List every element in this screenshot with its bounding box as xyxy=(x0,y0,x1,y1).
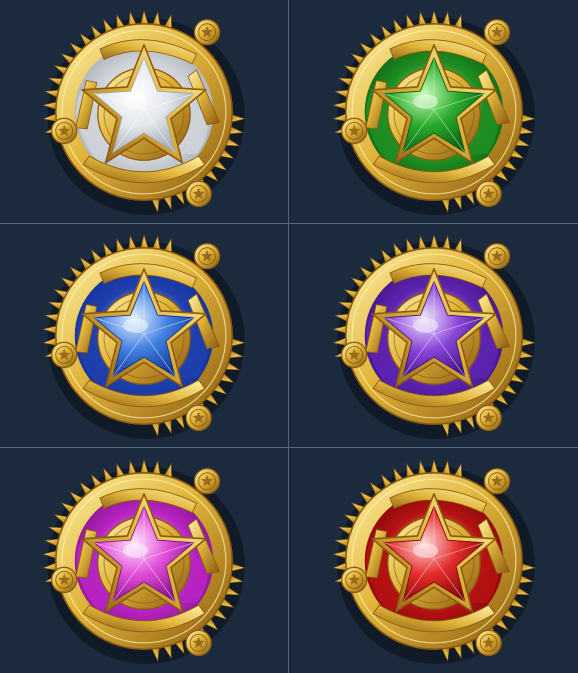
medal-cell xyxy=(289,448,578,673)
medal-cell xyxy=(289,0,578,224)
star-medal-icon xyxy=(39,231,249,441)
star-medal-icon xyxy=(329,456,539,666)
medal-cell xyxy=(0,448,289,673)
star-medal-icon xyxy=(39,456,249,666)
star-medal-icon xyxy=(39,7,249,217)
medal-cell xyxy=(0,0,289,224)
star-medal-icon xyxy=(329,7,539,217)
medal-cell xyxy=(0,224,289,448)
star-medal-icon xyxy=(329,231,539,441)
medal-grid xyxy=(0,0,578,673)
medal-cell xyxy=(289,224,578,448)
